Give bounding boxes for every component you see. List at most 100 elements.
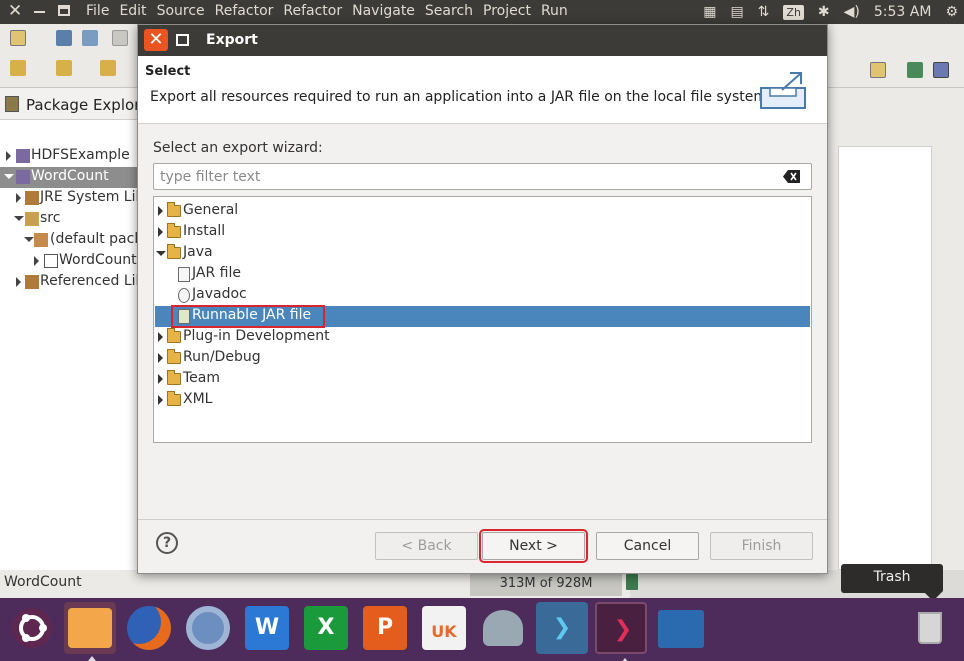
menu-search[interactable]: Search [425, 3, 473, 19]
close-icon[interactable]: ✕ [144, 29, 168, 51]
dock-terminal-2[interactable]: ❯ [595, 602, 647, 661]
dock-software[interactable]: UK [418, 602, 470, 654]
chevron-right-icon[interactable] [16, 277, 21, 287]
chevron-right-icon[interactable] [158, 206, 163, 216]
new-icon[interactable] [10, 30, 26, 46]
volume-icon[interactable]: ◀) [844, 4, 860, 20]
chevron-down-icon[interactable] [156, 251, 166, 256]
tree-item-team[interactable]: Team [155, 369, 810, 390]
java-file-icon [44, 254, 58, 268]
chevron-right-icon[interactable] [158, 332, 163, 342]
build-icon[interactable] [112, 30, 128, 46]
close-window-icon[interactable]: ✕ [8, 1, 22, 21]
tree-item-label: General [183, 202, 239, 218]
package-explorer-icon [5, 96, 19, 112]
maximize-icon[interactable] [176, 34, 189, 46]
dock-files[interactable] [64, 602, 116, 661]
chevron-down-icon[interactable] [4, 174, 14, 179]
input-method-indicator[interactable]: Zh [783, 4, 804, 20]
chevron-right-icon[interactable] [158, 395, 163, 405]
folder-open-icon [167, 244, 181, 259]
finish-button[interactable]: Finish [710, 532, 813, 560]
windows-icon[interactable]: ▦ [703, 4, 716, 20]
tree-item-wordcount-java[interactable]: WordCount [0, 251, 138, 272]
back-button[interactable]: < Back [375, 532, 478, 560]
tree-item-xml[interactable]: XML [155, 390, 810, 411]
open-perspective-icon[interactable] [870, 62, 886, 78]
dock-firefox[interactable] [123, 602, 175, 654]
dock-impress[interactable]: P [359, 602, 411, 654]
chevron-right-icon[interactable] [158, 374, 163, 384]
save-icon[interactable] [56, 30, 72, 46]
calendar-icon[interactable]: ▤ [730, 4, 743, 20]
tree-item-label: Javadoc [192, 286, 247, 302]
java-perspective-icon[interactable] [933, 62, 949, 78]
tree-item-javadoc[interactable]: Javadoc [155, 285, 810, 306]
tree-item-referenced-libraries[interactable]: Referenced Lil [0, 272, 138, 293]
folder-icon [167, 391, 181, 406]
tree-item-jar-file[interactable]: JAR file [155, 264, 810, 285]
tree-item-hdfsexample[interactable]: HDFSExample [0, 146, 138, 167]
menu-file[interactable]: File [86, 3, 109, 19]
folder-icon [167, 202, 181, 217]
filter-input[interactable] [160, 167, 770, 187]
save-all-icon[interactable] [82, 30, 98, 46]
tree-item-plug-in-development[interactable]: Plug-in Development [155, 327, 810, 348]
clock[interactable]: 5:53 AM [874, 4, 932, 20]
chevron-right-icon[interactable] [158, 353, 163, 363]
menu-refactor[interactable]: Refactor [215, 3, 274, 19]
folder-icon [167, 370, 181, 385]
tree-item-general[interactable]: General [155, 201, 810, 222]
tree-item-wordcount[interactable]: WordCount [0, 167, 138, 188]
tree-item-runnable-jar-file[interactable]: Runnable JAR file [155, 305, 810, 328]
javadoc-icon [178, 288, 190, 303]
gear-icon[interactable]: ⚙ [945, 4, 958, 20]
clear-icon[interactable] [783, 170, 801, 183]
garbage-collect-icon[interactable] [626, 574, 638, 590]
menu-edit[interactable]: Edit [119, 3, 146, 19]
menu-refactor-2[interactable]: Refactor [283, 3, 342, 19]
chevron-right-icon[interactable] [6, 151, 11, 161]
minimize-window-icon[interactable] [34, 11, 45, 13]
prev-annotation-icon[interactable] [56, 60, 72, 76]
dock-writer[interactable]: W [241, 602, 293, 654]
dock-calc[interactable]: X [300, 602, 352, 654]
heap-status-bar[interactable]: 313M of 928M [470, 572, 622, 596]
tree-item-label: JRE System Lib [40, 189, 138, 205]
dock-workspace[interactable] [654, 602, 706, 654]
network-icon[interactable]: ⇅ [758, 4, 770, 20]
cancel-button[interactable]: Cancel [596, 532, 699, 560]
next-button[interactable]: Next > [479, 529, 588, 563]
chevron-down-icon[interactable] [14, 216, 24, 221]
tree-item-label: WordCount [31, 168, 109, 184]
tree-item-install[interactable]: Install [155, 222, 810, 243]
chevron-right-icon[interactable] [34, 256, 39, 266]
tree-item-java[interactable]: Java [155, 243, 810, 264]
chevron-down-icon[interactable] [24, 237, 34, 242]
tree-item-src[interactable]: src [0, 209, 138, 230]
dock-trash[interactable] [905, 602, 957, 654]
dock-terminal[interactable]: ❯ [536, 602, 588, 654]
next-annotation-icon[interactable] [10, 60, 26, 76]
dock-ubuntu[interactable] [6, 602, 58, 654]
menu-project[interactable]: Project [483, 3, 531, 19]
debug-perspective-icon[interactable] [907, 62, 923, 78]
dock-remote[interactable] [477, 602, 529, 654]
bluetooth-icon[interactable]: ✱ [818, 4, 830, 20]
chevron-right-icon[interactable] [16, 193, 21, 203]
tree-item-jre-system-library[interactable]: JRE System Lib [0, 188, 138, 209]
tree-item-run-debug[interactable]: Run/Debug [155, 348, 810, 369]
menu-run[interactable]: Run [541, 3, 568, 19]
tree-item-default-package[interactable]: (default pack [0, 230, 138, 251]
menu-navigate[interactable]: Navigate [352, 3, 415, 19]
maximize-window-icon[interactable] [58, 5, 70, 16]
help-icon[interactable]: ? [156, 532, 178, 554]
package-explorer-tab[interactable]: Package Explore [0, 88, 137, 120]
chevron-right-icon[interactable] [158, 227, 163, 237]
back-nav-icon[interactable] [100, 60, 116, 76]
tree-item-label: (default pack [50, 231, 138, 247]
status-bar-left: WordCount [0, 570, 470, 598]
menu-source[interactable]: Source [157, 3, 205, 19]
footer-separator [138, 519, 827, 520]
dock-chromium[interactable] [182, 602, 234, 654]
